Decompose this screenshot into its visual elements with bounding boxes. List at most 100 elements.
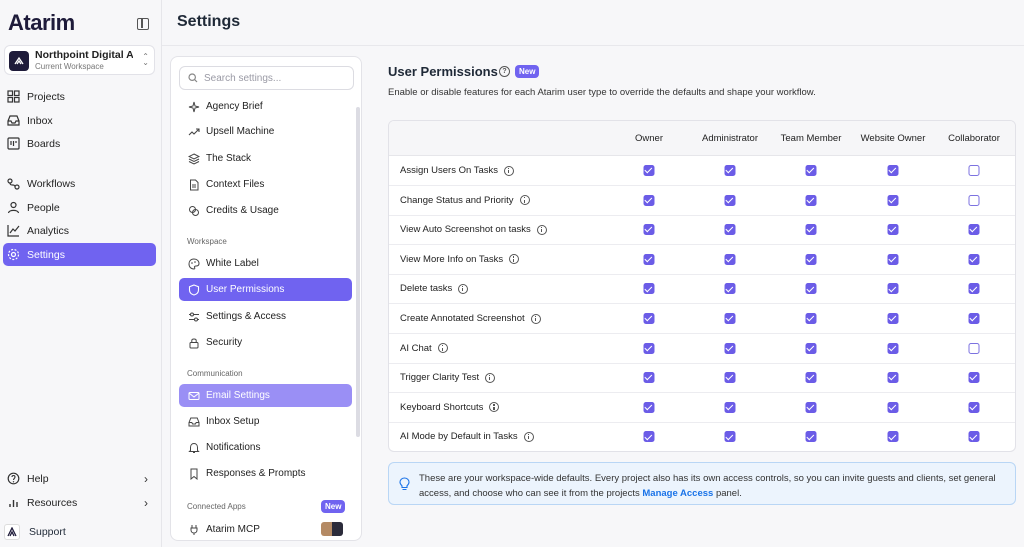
- permission-checkbox[interactable]: [887, 372, 899, 384]
- permission-checkbox[interactable]: [643, 283, 655, 295]
- permission-label: AI Mode by Default in Tasks: [400, 431, 534, 442]
- settings-item-responses-prompts[interactable]: Responses & Prompts: [179, 462, 352, 485]
- nav-item-boards[interactable]: Boards: [3, 132, 156, 155]
- permission-checkbox[interactable]: [968, 165, 980, 176]
- permission-checkbox[interactable]: [887, 194, 899, 206]
- permission-checkbox[interactable]: [805, 283, 817, 295]
- permission-checkbox[interactable]: [643, 401, 655, 413]
- permission-checkbox[interactable]: [724, 431, 736, 443]
- permission-checkbox[interactable]: [643, 224, 655, 236]
- support-button[interactable]: Support: [4, 522, 159, 542]
- nav-item-inbox[interactable]: Inbox: [3, 109, 156, 132]
- permission-checkbox[interactable]: [724, 283, 736, 295]
- permission-checkbox[interactable]: [887, 342, 899, 354]
- permission-checkbox[interactable]: [805, 342, 817, 354]
- info-icon[interactable]: [536, 224, 547, 235]
- workspace-switcher[interactable]: Northpoint Digital Ag... Current Workspa…: [4, 45, 155, 75]
- permission-checkbox[interactable]: [968, 313, 980, 324]
- permission-checkbox[interactable]: [887, 224, 899, 236]
- permission-label: Change Status and Priority: [400, 195, 530, 206]
- settings-item-white-label[interactable]: White Label: [179, 252, 352, 275]
- permission-checkbox[interactable]: [887, 165, 899, 176]
- question-icon[interactable]: ?: [499, 66, 510, 77]
- permission-checkbox[interactable]: [887, 253, 899, 265]
- permission-checkbox[interactable]: [724, 372, 736, 384]
- manage-access-link[interactable]: Manage Access: [642, 488, 713, 499]
- settings-item-settings-access[interactable]: Settings & Access: [179, 305, 352, 328]
- permission-label-text: Create Annotated Screenshot: [400, 313, 525, 324]
- info-icon[interactable]: [489, 402, 500, 413]
- permission-checkbox[interactable]: [643, 372, 655, 384]
- permission-checkbox[interactable]: [724, 313, 736, 324]
- permission-checkbox[interactable]: [805, 313, 817, 324]
- settings-item-context-files[interactable]: Context Files: [179, 173, 352, 196]
- permission-checkbox[interactable]: [805, 165, 817, 176]
- permission-checkbox[interactable]: [968, 253, 980, 265]
- permission-checkbox[interactable]: [887, 283, 899, 295]
- permission-checkbox[interactable]: [805, 194, 817, 206]
- permission-checkbox[interactable]: [887, 431, 899, 443]
- permission-checkbox[interactable]: [968, 372, 980, 384]
- permission-checkbox[interactable]: [724, 401, 736, 413]
- permission-checkbox[interactable]: [643, 194, 655, 206]
- permission-checkbox[interactable]: [887, 313, 899, 324]
- sparkle-icon: [188, 101, 200, 112]
- permission-checkbox[interactable]: [643, 165, 655, 176]
- info-icon[interactable]: [519, 195, 530, 206]
- nav-item-workflows[interactable]: Workflows: [3, 172, 156, 195]
- permission-checkbox[interactable]: [724, 342, 736, 354]
- info-icon[interactable]: [504, 165, 515, 176]
- permission-checkbox[interactable]: [724, 165, 736, 176]
- file-icon: [190, 179, 199, 190]
- nav-item-analytics[interactable]: Analytics: [3, 219, 156, 242]
- info-icon[interactable]: [523, 431, 534, 442]
- settings-search[interactable]: [179, 66, 354, 90]
- permission-checkbox[interactable]: [643, 253, 655, 265]
- permission-checkbox[interactable]: [724, 224, 736, 236]
- permission-checkbox[interactable]: [643, 431, 655, 443]
- permission-checkbox[interactable]: [805, 253, 817, 265]
- nav-item-resources[interactable]: Resources ›: [3, 491, 156, 514]
- permission-checkbox[interactable]: [887, 401, 899, 413]
- settings-item-user-permissions[interactable]: User Permissions: [179, 278, 352, 301]
- sidebar-collapse-icon[interactable]: [137, 18, 149, 30]
- permission-checkbox[interactable]: [643, 313, 655, 324]
- settings-item-upsell-machine[interactable]: Upsell Machine: [179, 120, 352, 143]
- settings-item-inbox-setup[interactable]: Inbox Setup: [179, 410, 352, 433]
- permission-checkbox[interactable]: [968, 283, 980, 295]
- permission-checkbox[interactable]: [724, 194, 736, 206]
- permission-checkbox[interactable]: [643, 342, 655, 354]
- nav-item-help[interactable]: Help ›: [3, 467, 156, 490]
- info-icon[interactable]: [485, 372, 496, 383]
- permission-checkbox[interactable]: [805, 401, 817, 413]
- permission-checkbox[interactable]: [805, 431, 817, 443]
- search-input[interactable]: [204, 72, 344, 84]
- nav-item-settings[interactable]: Settings: [3, 243, 156, 266]
- nav-item-people[interactable]: People: [3, 196, 156, 219]
- inbox-icon: [188, 417, 200, 426]
- settings-item-notifications[interactable]: Notifications: [179, 436, 352, 459]
- settings-scrollbar[interactable]: [356, 107, 360, 437]
- permission-checkbox[interactable]: [968, 431, 980, 443]
- settings-item-credits-usage[interactable]: Credits & Usage: [179, 199, 352, 222]
- settings-item-email-settings[interactable]: Email Settings: [179, 384, 352, 407]
- info-icon[interactable]: [437, 343, 448, 354]
- permission-checkbox[interactable]: [805, 372, 817, 384]
- info-icon[interactable]: [530, 313, 541, 324]
- bell-icon: [188, 442, 200, 453]
- atarim-logo[interactable]: Atarim: [8, 10, 75, 36]
- permission-checkbox[interactable]: [968, 194, 980, 206]
- permission-checkbox[interactable]: [724, 253, 736, 265]
- permission-checkbox[interactable]: [968, 342, 980, 354]
- settings-item-security[interactable]: Security: [179, 331, 352, 354]
- info-icon[interactable]: [509, 254, 520, 265]
- nav-label: People: [27, 201, 60, 214]
- settings-item-the-stack[interactable]: The Stack: [179, 147, 352, 170]
- permission-checkbox[interactable]: [968, 401, 980, 413]
- permission-checkbox[interactable]: [968, 224, 980, 236]
- settings-item-agency-brief[interactable]: Agency Brief: [179, 95, 352, 118]
- nav-item-projects[interactable]: Projects: [3, 85, 156, 108]
- info-icon[interactable]: [458, 283, 469, 294]
- gear-icon: [7, 248, 20, 261]
- permission-checkbox[interactable]: [805, 224, 817, 236]
